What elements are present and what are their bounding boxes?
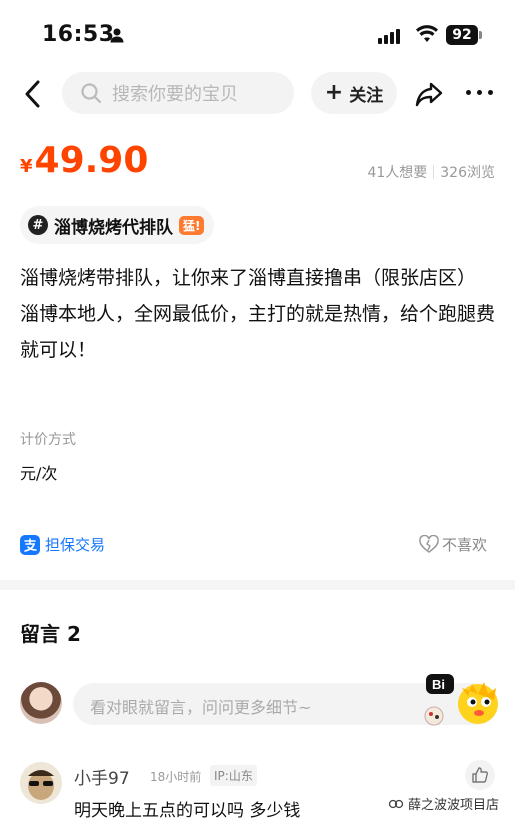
search-bar[interactable]: 搜索你要的宝贝	[62, 72, 294, 114]
description-line: 淄博烧烤带排队，让你来了淄博直接撸串（限张店区）	[20, 267, 477, 289]
dislike-label: 不喜欢	[441, 536, 487, 554]
signal-icon	[378, 26, 400, 44]
back-arrow-icon[interactable]	[18, 76, 48, 112]
search-icon	[81, 83, 102, 104]
my-avatar	[20, 682, 62, 724]
wechat-channel-icon	[388, 799, 404, 808]
price-value: 49.90	[34, 140, 149, 181]
views-count: 326浏览	[440, 165, 495, 181]
product-stats: 41人想要 326浏览	[367, 162, 495, 182]
hashtag-icon: #	[28, 215, 48, 235]
commenter-name[interactable]: 小手97	[74, 764, 130, 789]
watermark: 薛之波波项目店	[388, 794, 499, 813]
product-description: 淄博烧烤带排队，让你来了淄博直接撸串（限张店区） 淄博本地人，全网最低价，主打的…	[20, 260, 495, 368]
comment-input-placeholder: 看对眼就留言，问问更多细节~	[90, 698, 312, 717]
comment-time: 18小时前	[150, 770, 202, 784]
mascot-sticker-icon: Bi	[424, 674, 498, 726]
person-icon	[110, 28, 124, 43]
status-time: 16:53	[42, 22, 115, 47]
follow-label: 关注	[349, 85, 384, 106]
wifi-icon	[416, 25, 438, 42]
search-placeholder: 搜索你要的宝贝	[112, 84, 238, 105]
guarantee-label: 担保交易	[45, 536, 106, 554]
description-line: 淄博本地人，全网最低价，主打的就是热情，给个跑腿费就可以！	[20, 303, 496, 361]
battery-indicator: 92	[446, 25, 478, 45]
hot-badge: 猛!	[179, 215, 205, 235]
comment-text: 明天晚上五点的可以吗 多少钱	[74, 801, 301, 821]
thumbs-up-icon	[472, 767, 488, 783]
pricing-method-label: 计价方式	[20, 432, 76, 448]
plus-icon: +	[324, 80, 344, 105]
dislike-button[interactable]: 不喜欢	[419, 534, 487, 555]
follow-button[interactable]: + 关注	[311, 72, 397, 114]
commenter-avatar[interactable]	[20, 762, 62, 804]
ip-location-badge: IP:山东	[210, 765, 257, 786]
stats-divider	[433, 165, 435, 179]
alipay-icon	[20, 534, 40, 555]
mascot-bubble-text: Bi	[432, 677, 445, 692]
pricing-unit: 元/次	[20, 464, 58, 483]
broken-heart-icon	[419, 534, 439, 553]
share-icon[interactable]	[413, 78, 445, 110]
topic-tag-label: 淄博烧烤代排队	[54, 217, 173, 238]
battery-tip	[479, 31, 482, 39]
wants-count: 41人想要	[367, 165, 428, 181]
watermark-text: 薛之波波项目店	[407, 798, 499, 813]
more-options-icon[interactable]	[466, 90, 493, 95]
price: ¥ 49.90	[20, 140, 148, 181]
comments-title: 留言 2	[20, 622, 81, 646]
guarantee-trade-link[interactable]: 担保交易	[20, 534, 105, 555]
price-currency: ¥	[20, 156, 33, 177]
section-divider	[0, 580, 515, 590]
commenter-avatar-image	[20, 762, 62, 804]
topic-tag[interactable]: # 淄博烧烤代排队 猛!	[20, 206, 215, 244]
like-button[interactable]	[465, 760, 495, 790]
